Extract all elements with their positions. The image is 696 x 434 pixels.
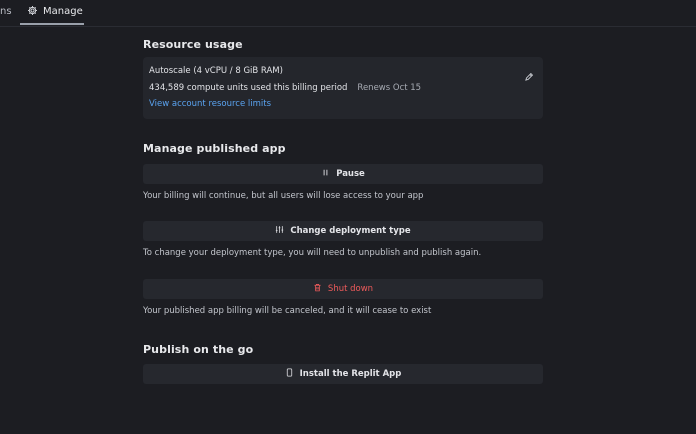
change-deployment-description: To change your deployment type, you will… <box>143 248 482 258</box>
resource-usage-title: Resource usage <box>143 38 243 51</box>
compute-units-text: 434,589 compute units used this billing … <box>149 83 348 93</box>
resource-usage-card: Autoscale (4 vCPU / 8 GiB RAM) 434,589 c… <box>143 57 543 119</box>
tab-bar: ns Manage <box>0 0 696 27</box>
install-group: Install the Replit App <box>143 364 543 384</box>
pause-description: Your billing will continue, but all user… <box>143 191 424 201</box>
pause-icon <box>321 168 330 180</box>
shut-down-button[interactable]: Shut down <box>143 279 543 299</box>
pause-group: Pause Your billing will continue, but al… <box>143 164 543 201</box>
change-deployment-group: Change deployment type To change your de… <box>143 221 543 258</box>
renews-text: Renews Oct 15 <box>357 83 422 93</box>
pause-label: Pause <box>336 169 365 179</box>
pencil-icon[interactable] <box>524 67 534 81</box>
shut-down-label: Shut down <box>327 284 374 294</box>
change-deployment-label: Change deployment type <box>290 226 411 236</box>
shut-down-description: Your published app billing will be cance… <box>143 306 432 316</box>
change-deployment-button[interactable]: Change deployment type <box>143 221 543 241</box>
tab-manage-label: Manage <box>43 6 83 17</box>
shutdown-group: Shut down Your published app billing wil… <box>143 279 543 316</box>
tab-manage[interactable]: Manage <box>20 0 84 25</box>
resource-limits-link[interactable]: View account resource limits <box>149 97 537 111</box>
plan-text: Autoscale (4 vCPU / 8 GiB RAM) <box>149 66 283 76</box>
install-app-button[interactable]: Install the Replit App <box>143 364 543 384</box>
publish-on-the-go-title: Publish on the go <box>143 343 254 356</box>
install-app-label: Install the Replit App <box>299 369 402 379</box>
sliders-icon <box>275 225 284 237</box>
manage-published-title: Manage published app <box>143 142 286 155</box>
tab-previous[interactable]: ns <box>0 6 12 17</box>
phone-icon <box>285 368 294 380</box>
compute-usage-line: 434,589 compute units used this billing … <box>149 79 537 97</box>
trash-icon <box>313 283 322 295</box>
pause-button[interactable]: Pause <box>143 164 543 184</box>
gear-icon <box>27 5 38 19</box>
